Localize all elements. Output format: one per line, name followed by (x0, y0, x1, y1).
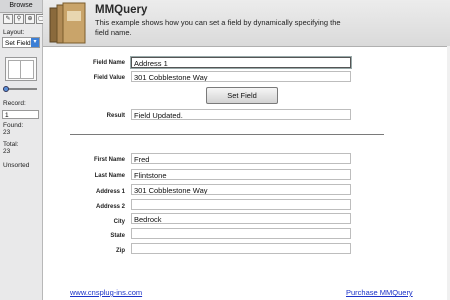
mode-tools: ✎ ⚲ ⊕ ▢ (3, 14, 46, 24)
record-book-icon[interactable] (5, 57, 37, 81)
app-description: This example shows how you can set a fie… (95, 18, 341, 37)
sort-status: Unsorted (3, 162, 30, 169)
layout-label: Layout: (3, 29, 25, 36)
city-label: City (113, 219, 125, 225)
first-name-field[interactable]: Fred (131, 153, 351, 164)
find-tool-icon[interactable]: ⚲ (14, 14, 24, 24)
field-value-label: Field Value (93, 75, 125, 81)
layout-select[interactable]: Set Field ▾ (2, 37, 40, 48)
books-logo-icon (49, 2, 86, 44)
browse-mode-tab[interactable]: Browse (0, 0, 42, 13)
field-value-input[interactable]: 301 Cobblestone Way (131, 71, 351, 82)
section-divider (70, 134, 384, 135)
slider-track (7, 88, 37, 90)
website-link[interactable]: www.cnsplug-ins.com (70, 288, 142, 297)
first-name-label: First Name (93, 157, 125, 163)
address1-field[interactable]: 301 Cobblestone Way (131, 184, 351, 195)
zip-field[interactable] (131, 243, 351, 254)
last-name-field[interactable]: Flintstone (131, 169, 351, 180)
found-label: Found: (3, 122, 24, 129)
app-title: MMQuery (95, 4, 148, 16)
zip-label: Zip (116, 248, 125, 254)
result-field[interactable]: Field Updated. (131, 109, 351, 120)
found-count: 23 (3, 129, 11, 136)
last-name-label: Last Name (94, 173, 125, 179)
address2-label: Address 2 (95, 204, 125, 210)
total-count: 23 (3, 148, 11, 155)
purchase-link[interactable]: Purchase MMQuery (346, 288, 413, 297)
result-label: Result (106, 113, 125, 119)
status-area: Browse ✎ ⚲ ⊕ ▢ Layout: Set Field ▾ Recor… (0, 0, 46, 300)
state-field[interactable] (131, 228, 351, 239)
state-label: State (110, 233, 125, 239)
book-right-page[interactable] (20, 60, 34, 79)
layout-tool-icon[interactable]: ⊕ (25, 14, 35, 24)
slider-knob[interactable] (3, 86, 9, 92)
record-number-input[interactable]: 1 (2, 110, 39, 119)
set-field-button[interactable]: Set Field (206, 87, 278, 104)
field-name-label: Field Name (92, 60, 125, 66)
layout-select-value: Set Field (5, 40, 31, 47)
layout-header: MMQuery This example shows how you can s… (43, 0, 450, 47)
address2-field[interactable] (131, 199, 351, 210)
chevron-down-icon: ▾ (31, 38, 39, 47)
total-label: Total: (3, 141, 19, 148)
address1-label: Address 1 (95, 189, 125, 195)
browse-tool-icon[interactable]: ✎ (3, 14, 13, 24)
record-label: Record: (3, 100, 26, 107)
record-slider[interactable] (3, 86, 39, 92)
field-name-input[interactable]: Address 1 (131, 57, 351, 68)
city-field[interactable]: Bedrock (131, 213, 351, 224)
